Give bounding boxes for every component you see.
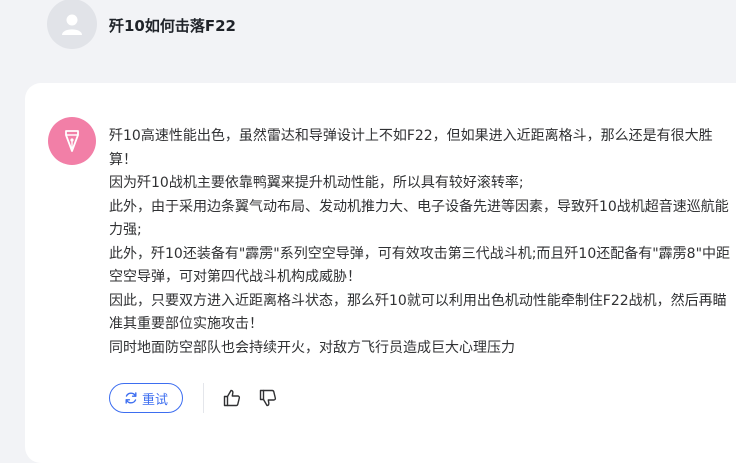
refresh-icon bbox=[125, 392, 137, 404]
dislike-button[interactable] bbox=[256, 386, 280, 410]
thumbs-up-icon bbox=[223, 389, 241, 407]
answer-paragraph: 因此，只要双方进入近距离格斗状态，那么歼10就可以利用出色机动性能牵制住F22战… bbox=[109, 292, 727, 333]
actions-divider bbox=[203, 383, 205, 413]
answer-text: 歼10高速性能出色，虽然雷达和导弹设计上不如F22，但如果进入近距离格斗，那么还… bbox=[109, 125, 736, 360]
answer-paragraph: 同时地面防空部队也会持续开火，对敌方飞行员造成巨大心理压力 bbox=[109, 339, 515, 356]
answer-paragraph: 歼10高速性能出色，虽然雷达和导弹设计上不如F22，但如果进入近距离格斗，那么还… bbox=[109, 128, 713, 168]
like-button[interactable] bbox=[220, 386, 244, 410]
bot-avatar bbox=[48, 117, 96, 165]
question-text: 歼10如何击落F22 bbox=[109, 16, 236, 35]
question-row: 歼10如何击落F22 bbox=[47, 0, 236, 50]
user-avatar bbox=[47, 0, 97, 49]
answer-paragraph: 此外，歼10还装备有"霹雳"系列空空导弹，可有效攻击第三代战斗机;而且歼10还配… bbox=[109, 245, 731, 286]
answer-actions: 重试 bbox=[109, 383, 292, 413]
retry-label: 重试 bbox=[142, 392, 169, 408]
answer-paragraph: 此外，由于采用边条翼气动布局、发动机推力大、电子设备先进等因素，导致歼10战机超… bbox=[109, 198, 729, 239]
answer-paragraph: 因为歼10战机主要依靠鸭翼来提升机动性能，所以具有较好滚转率; bbox=[109, 175, 524, 191]
thumbs-down-icon bbox=[259, 389, 277, 407]
pen-nib-icon bbox=[65, 130, 79, 152]
user-avatar-icon bbox=[62, 14, 82, 35]
retry-button[interactable]: 重试 bbox=[109, 383, 184, 413]
